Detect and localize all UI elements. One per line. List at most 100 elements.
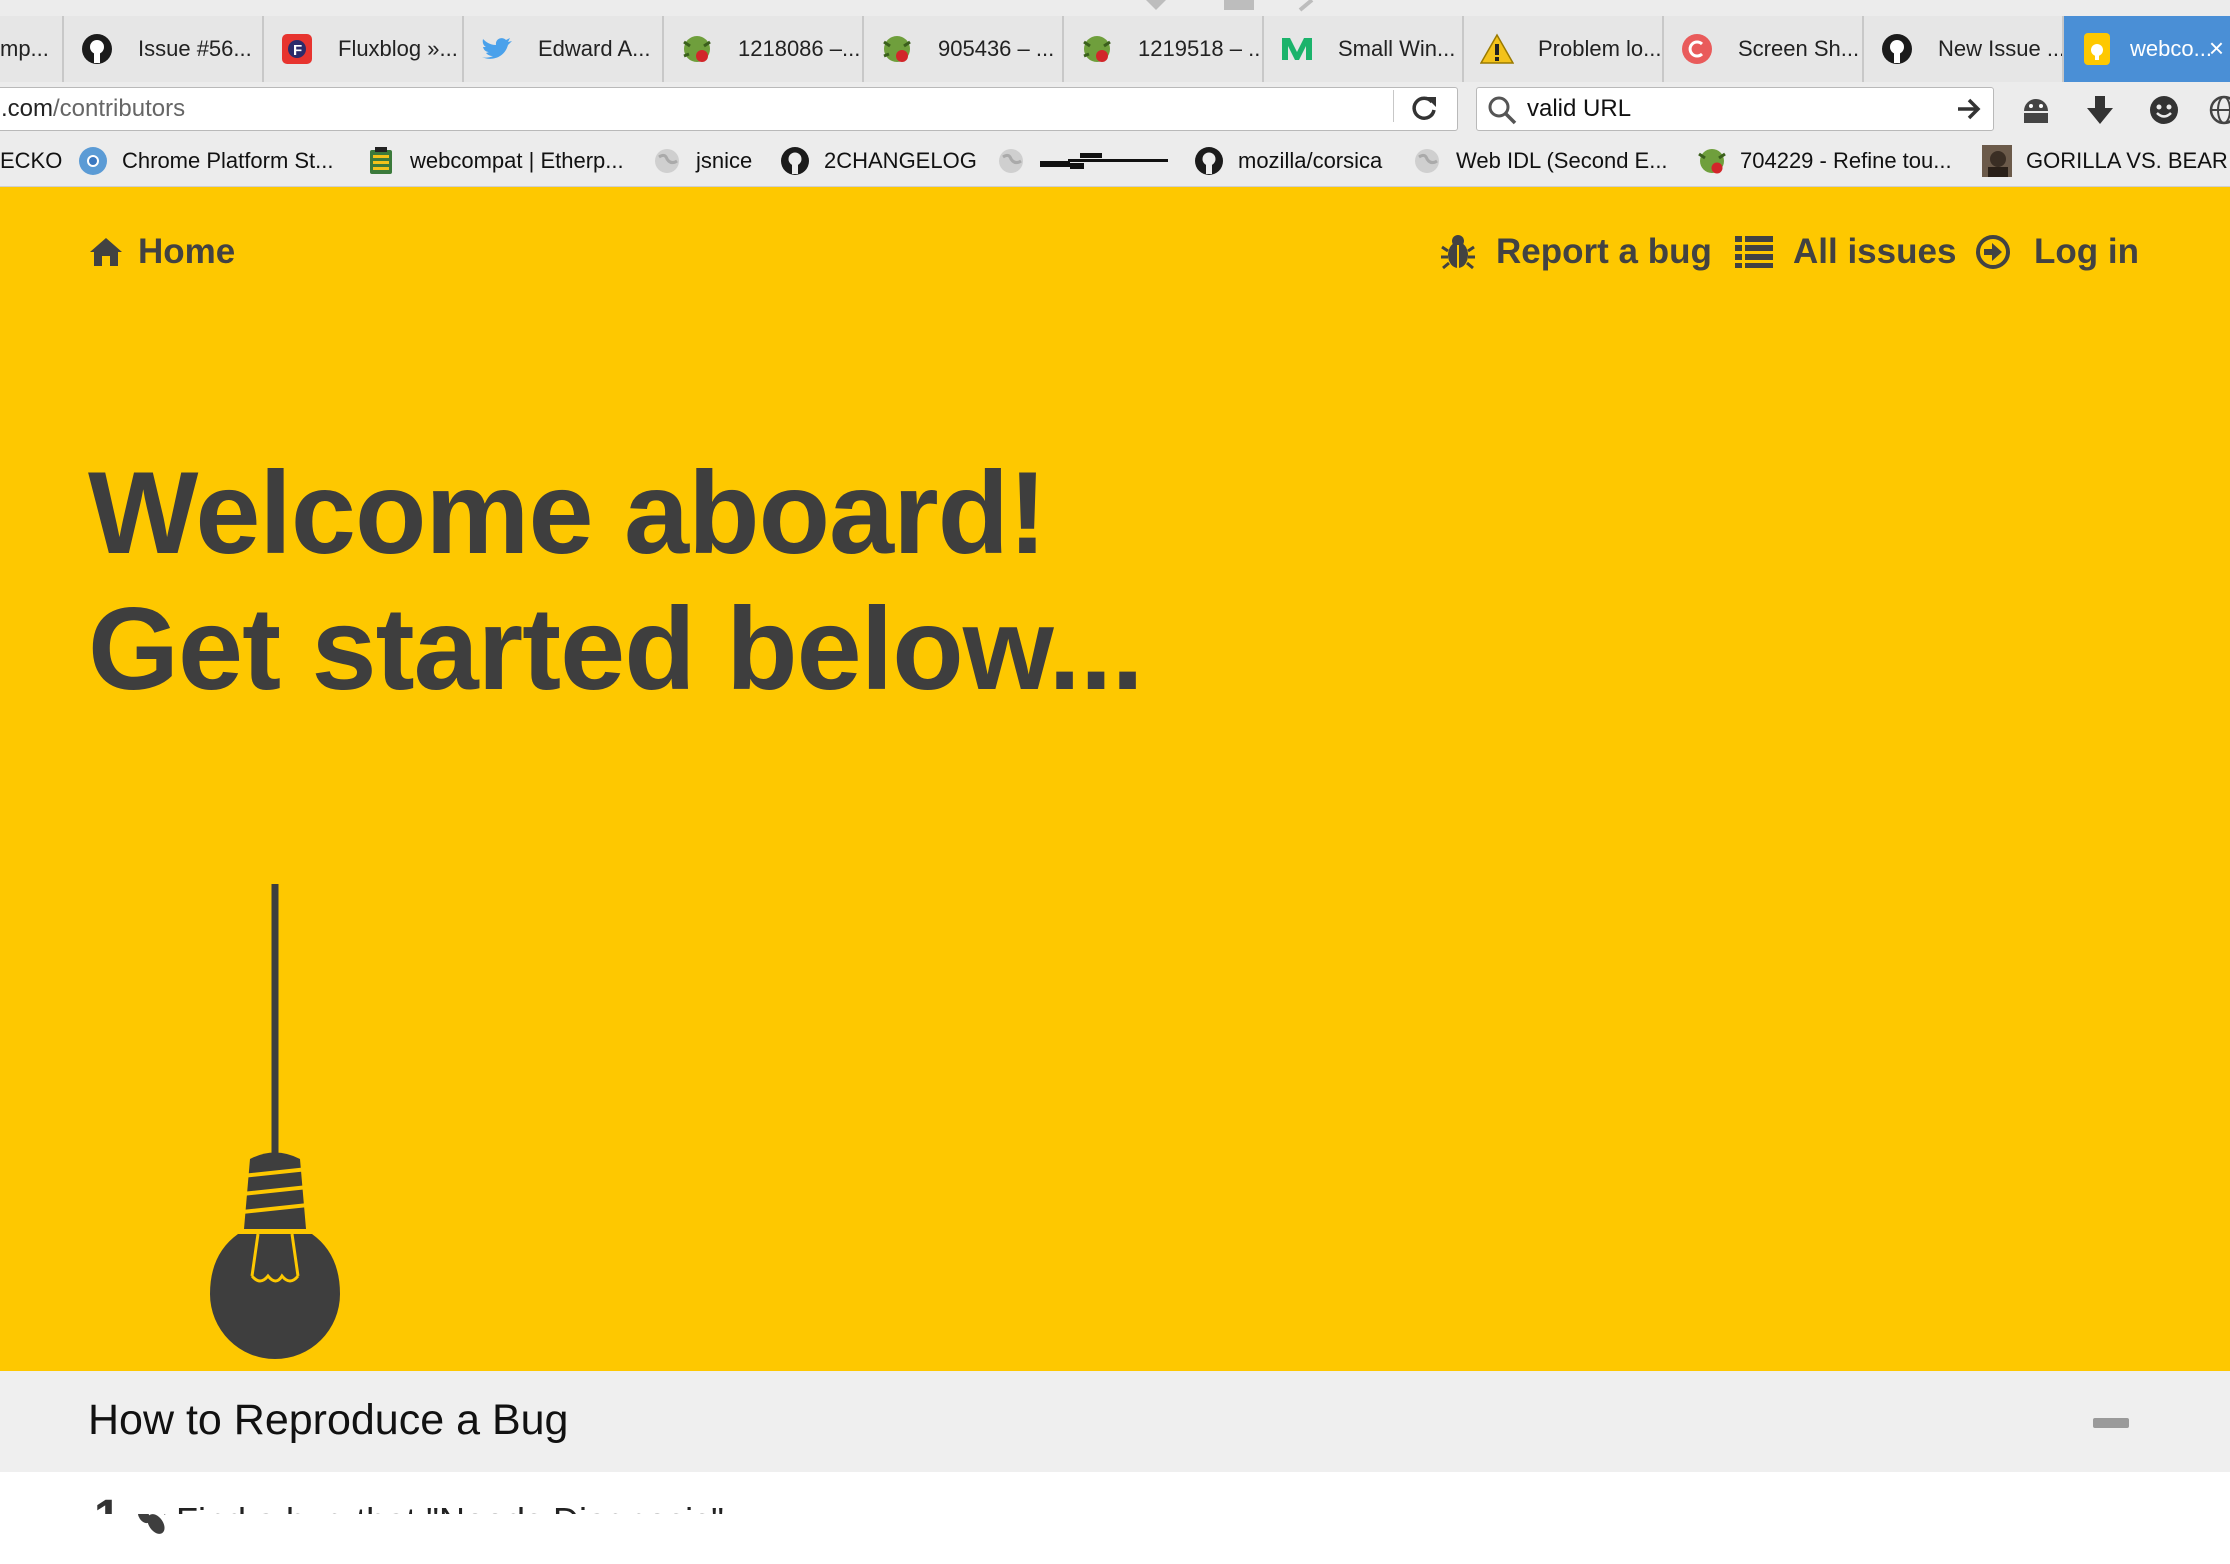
close-tab-icon[interactable]: × [2209,33,2224,64]
github-icon [780,146,810,176]
bookmark[interactable]: GORILLA VS. BEAR [1982,136,2228,186]
tab[interactable]: Edward A... [464,16,664,82]
bookmark[interactable]: Web IDL (Second E... [1412,136,1668,186]
tab[interactable]: 1218086 –... [664,16,864,82]
bookmark[interactable]: 704229 - Refine tou... [1696,136,1952,186]
bookmark[interactable]: ECKO [0,136,62,186]
bookmark-label: jsnice [696,148,753,173]
url-divider [1393,90,1394,122]
globe-button[interactable] [2204,90,2230,130]
hero-section: Home Report a bug All issues Log in Welc… [0,187,2230,1534]
bookmark[interactable]: jsnice [652,136,752,186]
tab[interactable]: 1219518 – ... [1064,16,1264,82]
tab-label: mp... [0,36,49,61]
tab-label: 1218086 –... [738,36,861,61]
tab-label: Problem lo... [1538,36,1662,61]
reload-button[interactable] [1404,88,1444,128]
globe-icon [2209,95,2230,125]
search-value: valid URL [1527,95,1632,122]
url-field[interactable]: .com/contributors [0,87,1458,131]
globe-icon [996,146,1026,176]
android-button[interactable] [2016,90,2056,130]
tab-label: 905436 – ... [938,36,1055,61]
titlebar-controls-icon [1146,0,1314,12]
search-go-icon[interactable] [1955,95,1983,123]
github-icon [1194,146,1224,176]
bookmark-label: Web IDL (Second E... [1456,148,1668,173]
smiley-icon [2150,96,2178,124]
bug-icon [1440,233,1476,271]
github-icon [80,32,114,66]
bookmark[interactable]: Chrome Platform St... [78,136,334,186]
collapse-minus-icon[interactable] [2093,1418,2129,1428]
bookmark-label: GORILLA VS. BEAR [2026,148,2228,173]
url-path: /contributors [53,95,186,122]
section-title: How to Reproduce a Bug [88,1396,569,1444]
etherpad-icon [366,146,396,176]
search-input[interactable]: valid URL [1476,87,1994,131]
step-list: 1 Find a bug that "Needs Diagnosis" [0,1472,2230,1514]
bookmark-label: Chrome Platform St... [122,148,334,173]
tab-label: Screen Sh... [1738,36,1860,61]
rifle-logo-icon [1040,153,1168,169]
android-icon [2024,99,2048,123]
reproduce-bug-section-header[interactable]: How to Reproduce a Bug [0,1371,2230,1472]
globe-icon [652,146,682,176]
tab[interactable]: Small Win... [1264,16,1464,82]
github-icon [1880,32,1914,66]
tab-label: Small Win... [1338,36,1456,61]
bookmark-label: mozilla/corsica [1238,148,1383,173]
tab-label: Issue #56... [138,36,252,61]
step-text: Find a bug that "Needs Diagnosis" [176,1500,724,1514]
bugzilla-icon [880,32,914,66]
home-label: Home [138,232,236,271]
tab-label: New Issue ... [1938,36,2064,61]
bookmark-label: 704229 - Refine tou... [1740,148,1952,173]
tab[interactable]: mp... [0,16,64,82]
bookmark[interactable]: 2CHANGELOG [780,136,977,186]
url-domain: .com [1,95,54,122]
chrome-icon [78,146,108,176]
login-arrow-icon [1976,235,2010,269]
bugzilla-icon [1696,146,1726,176]
list-icon [1735,236,1773,268]
bookmark[interactable]: mozilla/corsica [1194,136,1382,186]
download-button[interactable] [2080,90,2120,130]
welcome-headline: Welcome aboard! Get started below... [88,445,1144,717]
gorilla-thumb-icon [1982,145,2012,177]
bookmark[interactable] [996,136,1170,186]
window-titlebar [0,0,2230,16]
tab[interactable]: Problem lo... [1464,16,1664,82]
bookmarks-bar: ECKO Chrome Platform St... webcompat | E… [0,136,2230,187]
emoji-button[interactable] [2144,90,2184,130]
login-link[interactable]: Log in [1976,232,2139,272]
bookmark[interactable]: webcompat | Etherp... [366,136,624,186]
all-issues-link[interactable]: All issues [1735,232,1956,272]
reload-icon [1412,96,1436,120]
step-number: 1 [94,1490,121,1514]
home-icon [88,236,124,268]
medium-icon [1280,32,1314,66]
globe-icon [1412,146,1442,176]
all-issues-label: All issues [1793,232,1957,271]
tab-active[interactable]: webco... × [2064,16,2230,82]
tab[interactable]: 905436 – ... [864,16,1064,82]
tab-label: 1219518 – ... [1138,36,1264,61]
report-bug-link[interactable]: Report a bug [1440,232,1712,272]
login-label: Log in [2034,232,2139,271]
home-link[interactable]: Home [88,232,235,272]
tab[interactable]: New Issue ... [1864,16,2064,82]
bugzilla-icon [1080,32,1114,66]
tab[interactable]: F Fluxblog »... [264,16,464,82]
download-icon [2087,96,2113,124]
headline-line-2: Get started below... [88,583,1144,714]
tab-label: webco... [2130,36,2212,61]
twitter-icon [480,32,514,66]
svg-text:F: F [293,42,302,59]
cloudapp-icon [1680,32,1714,66]
tab[interactable]: Screen Sh... [1664,16,1864,82]
bookmark-label: 2CHANGELOG [824,148,977,173]
webcompat-icon [2080,32,2114,66]
tab[interactable]: Issue #56... [64,16,264,82]
bookmark-label: ECKO [0,148,63,173]
